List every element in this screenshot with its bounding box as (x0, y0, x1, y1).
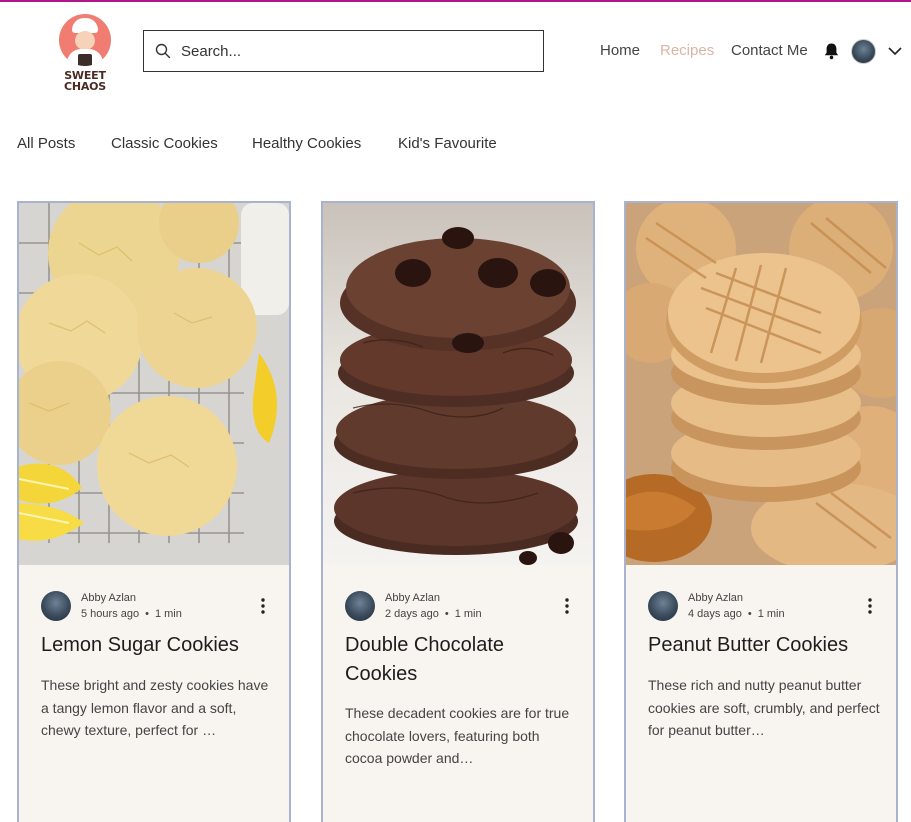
tab-healthy-cookies[interactable]: Healthy Cookies (252, 135, 361, 152)
author-avatar[interactable] (41, 591, 71, 621)
author-name[interactable]: Abby Azlan (81, 592, 136, 604)
tab-kids-favourite[interactable]: Kid's Favourite (398, 135, 497, 152)
post-info: 4 days ago • 1 min (688, 608, 785, 620)
post-image-lemon-cookies[interactable] (19, 203, 289, 565)
user-avatar[interactable] (851, 39, 876, 64)
post-excerpt: These decadent cookies are for true choc… (345, 705, 570, 766)
post-meta: Abby Azlan 4 days ago • 1 min (648, 591, 878, 623)
post-card[interactable]: Abby Azlan 4 days ago • 1 min Peanut Butte… (624, 201, 898, 822)
bell-icon[interactable] (823, 42, 840, 60)
post-info: 2 days ago • 1 min (385, 608, 482, 620)
post-image-peanut-butter-cookies[interactable] (626, 203, 896, 565)
read-time: 1 min (154, 608, 182, 620)
logo-chef-illustration (59, 14, 111, 66)
author-name[interactable]: Abby Azlan (385, 592, 440, 604)
post-excerpt: These bright and zesty cookies have a ta… (41, 677, 269, 738)
more-options-icon[interactable] (866, 597, 874, 615)
tab-all-posts[interactable]: All Posts (17, 135, 75, 152)
logo-text: SWEET CHAOS (63, 69, 107, 93)
post-card[interactable]: Abby Azlan 5 hours ago • 1 min Lemon Sugar… (17, 201, 291, 822)
search-bar[interactable] (143, 30, 544, 72)
author-name[interactable]: Abby Azlan (688, 592, 743, 604)
post-meta: Abby Azlan 2 days ago • 1 min (345, 591, 575, 623)
post-meta: Abby Azlan 5 hours ago • 1 min (41, 591, 271, 623)
author-avatar[interactable] (345, 591, 375, 621)
nav-contact-me[interactable]: Contact Me (731, 42, 808, 59)
read-time: 1 min (757, 608, 785, 620)
post-time: 5 hours ago (81, 608, 140, 620)
read-time: 1 min (454, 608, 482, 620)
post-title[interactable]: Double Chocolate Cookies (345, 631, 577, 689)
post-time: 2 days ago (385, 608, 439, 620)
chevron-down-icon[interactable] (887, 45, 903, 57)
post-time: 4 days ago (688, 608, 742, 620)
accent-top-line (0, 0, 911, 2)
author-avatar[interactable] (648, 591, 678, 621)
nav-recipes[interactable]: Recipes (660, 42, 714, 59)
search-input[interactable] (181, 42, 521, 60)
post-title[interactable]: Lemon Sugar Cookies (41, 631, 273, 660)
post-card[interactable]: Abby Azlan 2 days ago • 1 min Double Choco… (321, 201, 595, 822)
post-info: 5 hours ago • 1 min (81, 608, 182, 620)
site-logo[interactable]: SWEET CHAOS (54, 12, 118, 96)
nav-home[interactable]: Home (600, 42, 640, 59)
tab-classic-cookies[interactable]: Classic Cookies (111, 135, 218, 152)
post-excerpt: These rich and nutty peanut butter cooki… (648, 677, 880, 738)
post-image-chocolate-cookies[interactable] (323, 203, 593, 565)
search-icon (155, 43, 171, 59)
more-options-icon[interactable] (259, 597, 267, 615)
post-title[interactable]: Peanut Butter Cookies (648, 631, 880, 660)
more-options-icon[interactable] (563, 597, 571, 615)
